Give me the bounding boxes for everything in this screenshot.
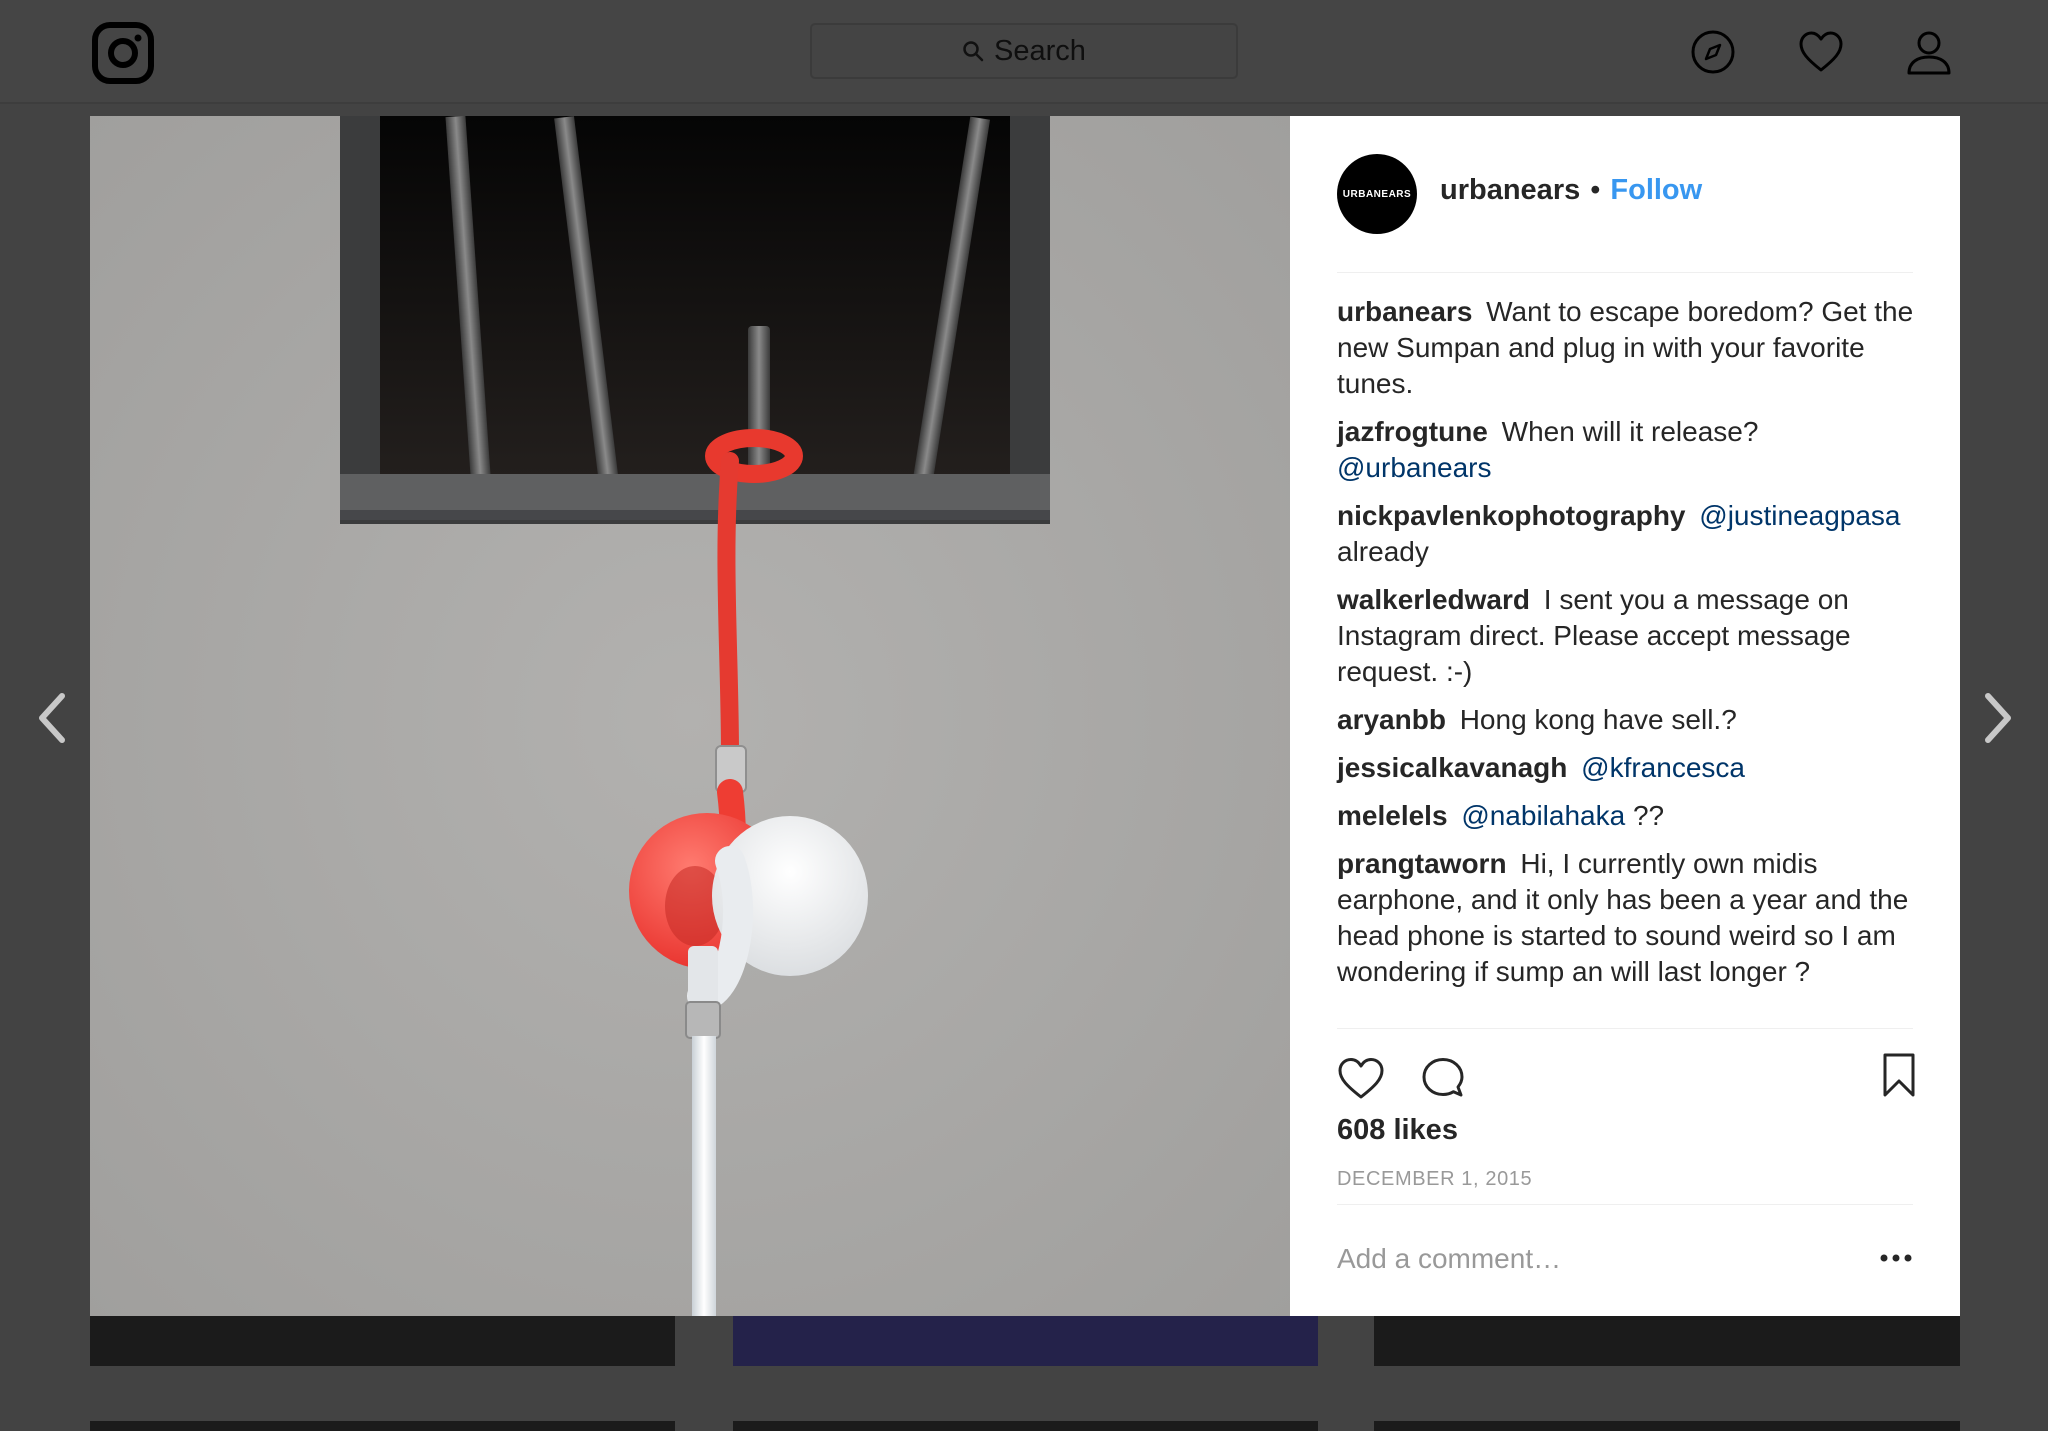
comment-username[interactable]: melelels	[1337, 800, 1455, 831]
top-navigation-bar: Search	[0, 0, 2048, 104]
comment-username[interactable]: prangtaworn	[1337, 848, 1514, 879]
post-author-username[interactable]: urbanears	[1440, 174, 1580, 207]
comment-mention[interactable]: @justineagpasa	[1699, 500, 1900, 531]
header-text: urbanears • Follow	[1440, 174, 1702, 207]
earphone-photo-illustration	[90, 116, 1290, 1316]
likes-count[interactable]: 608 likes	[1337, 1114, 1458, 1147]
background-post-tile[interactable]	[90, 1316, 675, 1366]
comment-text: ??	[1632, 800, 1665, 831]
comment-text: Hong kong have sell.?	[1459, 704, 1737, 735]
avatar-logo-text: URBANEARS	[1342, 188, 1412, 200]
comment-item: melelels @nabilahaka ??	[1337, 798, 1927, 834]
follow-button[interactable]: Follow	[1610, 174, 1702, 207]
background-post-tile[interactable]	[1374, 1421, 1960, 1431]
comment-item: prangtaworn Hi, I currently own midis ea…	[1337, 846, 1927, 990]
profile-icon[interactable]	[1905, 28, 1953, 76]
comment-mention[interactable]: @nabilahaka	[1461, 800, 1625, 831]
comment-item: aryanbb Hong kong have sell.?	[1337, 702, 1927, 738]
background-post-tile[interactable]	[90, 1421, 675, 1431]
comment-item: jazfrogtune When will it release? @urban…	[1337, 414, 1927, 486]
add-comment-input[interactable]	[1337, 1243, 1817, 1275]
action-bar	[1337, 1028, 1915, 1099]
comment-username[interactable]: jessicalkavanagh	[1337, 752, 1575, 783]
post-header: URBANEARS urbanears • Follow	[1337, 154, 1913, 273]
comment-item: nickpavlenkophotography @justineagpasa a…	[1337, 498, 1927, 570]
comment-item: jessicalkavanagh @kfrancesca	[1337, 750, 1927, 786]
comment-username[interactable]: walkerledward	[1337, 584, 1538, 615]
avatar[interactable]: URBANEARS	[1337, 154, 1417, 234]
comment-username[interactable]: nickpavlenkophotography	[1337, 500, 1693, 531]
search-icon	[963, 41, 984, 62]
caption: urbanears Want to escape boredom? Get th…	[1337, 294, 1927, 402]
background-post-tile[interactable]	[733, 1421, 1318, 1431]
add-comment-section	[1337, 1204, 1913, 1317]
background-post-tile[interactable]	[733, 1316, 1318, 1366]
comment-username[interactable]: jazfrogtune	[1337, 416, 1496, 447]
more-options-icon[interactable]	[1879, 1243, 1913, 1273]
comments-list: urbanears Want to escape boredom? Get th…	[1337, 294, 1927, 1002]
post-details-panel: URBANEARS urbanears • Follow urbanears W…	[1290, 116, 1960, 1316]
explore-compass-icon[interactable]	[1689, 28, 1737, 76]
previous-post-arrow-icon[interactable]	[34, 692, 70, 744]
search-box[interactable]: Search	[810, 23, 1238, 79]
save-bookmark-icon[interactable]	[1875, 1051, 1923, 1099]
comment-bubble-icon[interactable]	[1419, 1055, 1467, 1103]
next-post-arrow-icon[interactable]	[1980, 692, 2016, 744]
background-post-tile[interactable]	[1374, 1316, 1960, 1366]
activity-heart-icon[interactable]	[1797, 28, 1845, 76]
comment-mention[interactable]: @urbanears	[1337, 452, 1492, 483]
comment-username[interactable]: aryanbb	[1337, 704, 1454, 735]
search-placeholder: Search	[994, 34, 1086, 67]
separator-dot: •	[1590, 174, 1601, 206]
comment-text: already	[1337, 536, 1429, 567]
instagram-logo-icon[interactable]	[92, 22, 154, 84]
comment-text: When will it release?	[1501, 416, 1759, 447]
comment-username[interactable]: urbanears	[1337, 296, 1480, 327]
comment-mention[interactable]: @kfrancesca	[1581, 752, 1745, 783]
comment-item: walkerledward I sent you a message on In…	[1337, 582, 1927, 690]
like-heart-icon[interactable]	[1337, 1055, 1385, 1103]
post-date[interactable]: DECEMBER 1, 2015	[1337, 1168, 1532, 1191]
post-photo[interactable]	[90, 116, 1290, 1316]
